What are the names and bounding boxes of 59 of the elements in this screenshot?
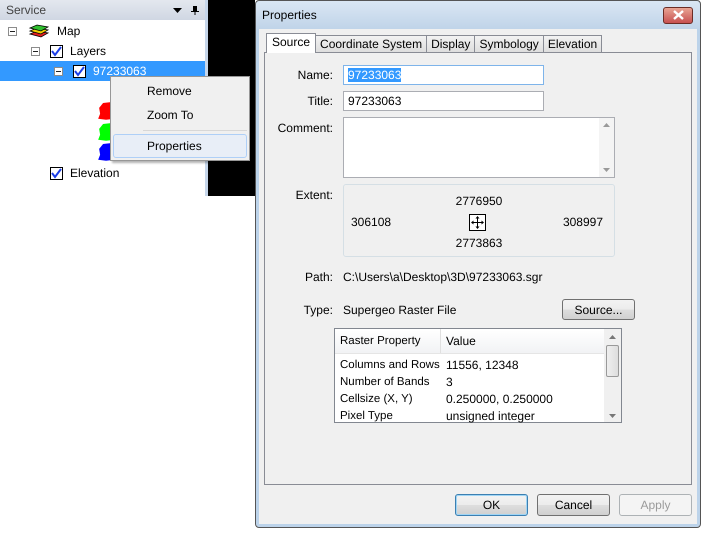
input-field[interactable]: 97233063 <box>343 91 544 111</box>
dropdown-icon[interactable] <box>173 8 182 12</box>
extent-value: 306108 <box>351 215 392 229</box>
collapse-icon[interactable] <box>54 66 63 76</box>
tree-item[interactable]: Elevation <box>70 166 120 180</box>
scroll-down-icon <box>609 414 616 418</box>
table-cell-text: 0.250000, 0.250000 <box>445 392 553 406</box>
extent-value: 2773863 <box>456 236 502 250</box>
field-label: Type: <box>302 302 333 316</box>
dialog-button[interactable]: Cancel <box>537 494 610 516</box>
checkbox[interactable] <box>73 64 86 78</box>
scroll-down-icon <box>603 168 610 172</box>
pin-icon[interactable] <box>191 6 199 14</box>
column-header[interactable]: Raster Property <box>335 329 441 353</box>
checkbox[interactable] <box>50 166 63 180</box>
field-label: Comment: <box>276 120 333 135</box>
checkbox[interactable] <box>50 44 63 58</box>
field-label: Title: <box>306 94 333 108</box>
table-cell-text: Cellsize (X, Y) <box>339 392 414 404</box>
source-button[interactable]: Source... <box>562 299 635 320</box>
tab[interactable]: Coordinate System <box>315 35 428 53</box>
menu-item[interactable]: Remove <box>113 79 247 103</box>
table-cell-text: Number of Bands <box>339 376 430 388</box>
close-icon <box>672 10 684 20</box>
pan-icon <box>468 214 486 230</box>
window-title: Properties <box>262 8 317 22</box>
extent-value: 2776950 <box>456 194 502 208</box>
menu-item[interactable]: Zoom To <box>113 103 247 127</box>
scroll-up-icon <box>609 335 616 339</box>
tree-item[interactable]: Map <box>57 24 80 38</box>
tab[interactable]: Source <box>266 33 316 53</box>
column-header[interactable]: Value <box>441 334 476 348</box>
dialog-button[interactable]: OK <box>455 494 528 516</box>
type-value: Supergeo Raster File <box>343 302 458 316</box>
panel-title: Service <box>6 3 46 17</box>
scroll-thumb[interactable] <box>606 345 619 377</box>
table-cell-text: unsigned integer <box>445 408 535 422</box>
tab[interactable]: Symbology <box>474 35 544 53</box>
table-cell-text: Columns and Rows <box>339 358 441 370</box>
table-cell-text: 11556, 12348 <box>445 358 519 372</box>
table-cell-text: 3 <box>445 374 453 388</box>
scrollbar[interactable] <box>599 118 614 177</box>
collapse-icon[interactable] <box>31 46 40 56</box>
scroll-up-icon <box>603 123 610 127</box>
field-label: Extent: <box>294 187 333 202</box>
menu-item[interactable]: Properties <box>113 134 247 158</box>
close-button[interactable] <box>663 6 693 24</box>
field-label: Name: <box>296 68 333 82</box>
tree-item[interactable]: Layers <box>70 44 106 58</box>
path-value: C:\Users\a\Desktop\3D\97233063.sgr <box>343 270 542 284</box>
extent-value: 308997 <box>562 215 603 229</box>
layers-icon <box>27 23 51 39</box>
collapse-icon[interactable] <box>8 26 17 36</box>
scrollbar[interactable] <box>604 329 621 422</box>
table-cell-text: Pixel Type <box>339 410 394 422</box>
field-label: Path: <box>304 270 333 284</box>
comment-field[interactable] <box>343 117 615 178</box>
tab[interactable]: Elevation <box>542 35 602 53</box>
tab[interactable]: Display <box>426 35 476 53</box>
